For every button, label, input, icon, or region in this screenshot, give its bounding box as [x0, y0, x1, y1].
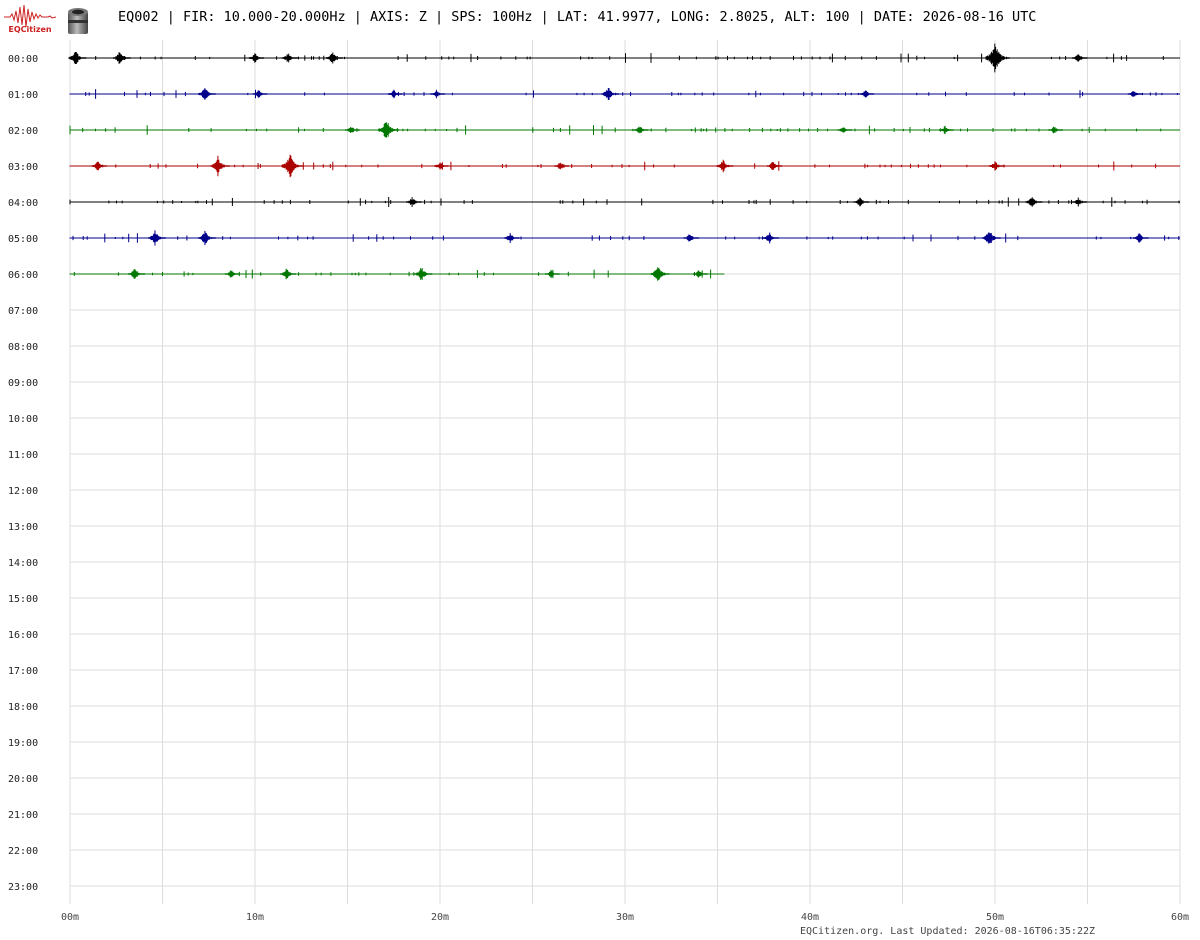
minute-tick-label: 00m	[61, 912, 79, 923]
seismic-event	[1025, 197, 1043, 207]
minute-tick-label: 30m	[616, 912, 634, 923]
seismic-event	[1072, 197, 1087, 207]
seismic-event	[128, 269, 145, 279]
hour-label: 23:00	[8, 882, 38, 893]
seismic-event	[198, 88, 216, 100]
seismic-event	[224, 270, 240, 278]
hour-label: 06:00	[8, 270, 38, 281]
seismic-event	[1127, 91, 1143, 97]
hour-label: 10:00	[8, 414, 38, 425]
seismic-event	[766, 162, 783, 170]
minute-tick-label: 60m	[1171, 912, 1189, 923]
grid-lines	[69, 40, 1181, 904]
seismic-event	[279, 268, 297, 280]
station-info-title: EQ002 | FIR: 10.000-20.000Hz | AXIS: Z |…	[118, 9, 1037, 25]
hour-label: 09:00	[8, 378, 38, 389]
seismic-event	[1072, 54, 1088, 62]
seismic-event	[939, 125, 954, 135]
seismic-event	[248, 53, 265, 63]
sensor-canister-icon	[66, 4, 90, 36]
hour-label: 13:00	[8, 522, 38, 533]
seismic-event	[693, 270, 708, 278]
seismic-event	[387, 89, 403, 99]
seismic-event	[716, 159, 734, 173]
minute-tick-label: 20m	[431, 912, 449, 923]
hour-label: 11:00	[8, 450, 38, 461]
hour-label: 17:00	[8, 666, 38, 677]
seismic-event	[545, 269, 560, 279]
seismic-event	[414, 268, 433, 280]
seismic-event	[406, 197, 422, 207]
hour-label: 16:00	[8, 630, 38, 641]
header: EQCitizen EQ002 | FIR: 10.000-20.000Hz |…	[0, 0, 1200, 40]
seismic-event	[430, 89, 445, 99]
minute-tick-label: 10m	[246, 912, 264, 923]
hour-label: 14:00	[8, 558, 38, 569]
hour-label: 15:00	[8, 594, 38, 605]
hour-label: 18:00	[8, 702, 38, 713]
hour-label: 21:00	[8, 810, 38, 821]
seismic-event	[633, 126, 649, 134]
hour-label: 19:00	[8, 738, 38, 749]
seismic-event	[985, 43, 1010, 73]
seismic-event	[1133, 233, 1149, 243]
hour-label: 07:00	[8, 306, 38, 317]
hour-label: 01:00	[8, 90, 38, 101]
hour-label: 03:00	[8, 162, 38, 173]
seismic-event	[853, 197, 870, 207]
minute-tick-labels: 00m 10m 20m 30m 40m 50m 60m	[61, 912, 1189, 923]
helicorder-plot: 00:00 01:00 02:00 03:00 04:00 05:00 06:00 07:00…	[8, 40, 1189, 923]
hour-label: 05:00	[8, 234, 38, 245]
seismic-event	[762, 232, 779, 244]
seismic-event	[988, 161, 1005, 171]
seismic-event	[434, 162, 449, 170]
last-updated-footer: EQCitizen.org. Last Updated: 2026-08-16T…	[800, 926, 1096, 937]
seismic-event	[504, 233, 520, 243]
hour-label: 00:00	[8, 54, 38, 65]
seismic-event	[91, 161, 107, 171]
minute-tick-label: 50m	[986, 912, 1004, 923]
seismic-event	[68, 52, 87, 64]
hour-label: 02:00	[8, 126, 38, 137]
hour-label: 22:00	[8, 846, 38, 857]
hour-label: 08:00	[8, 342, 38, 353]
seismic-event	[113, 52, 131, 64]
seismic-event	[378, 122, 400, 138]
seismic-event	[281, 53, 298, 63]
logo-text: EQCitizen	[8, 25, 52, 34]
seismic-event	[982, 232, 1001, 244]
seismic-event	[650, 267, 670, 281]
minute-tick-label: 40m	[801, 912, 819, 923]
hour-labels: 00:00 01:00 02:00 03:00 04:00 05:00 06:00 07:00…	[8, 54, 38, 893]
hour-label: 12:00	[8, 486, 38, 497]
seismic-event	[859, 90, 875, 98]
seismic-event	[1048, 126, 1063, 134]
seismic-event	[601, 88, 620, 100]
seismic-event	[683, 234, 699, 242]
seismic-event	[837, 127, 853, 133]
seismic-event	[198, 230, 216, 246]
seismic-event	[325, 52, 343, 64]
hour-label: 04:00	[8, 198, 38, 209]
hour-label: 20:00	[8, 774, 38, 785]
seismic-event	[554, 162, 569, 170]
seismic-event	[281, 154, 303, 178]
seismic-event	[210, 155, 230, 177]
